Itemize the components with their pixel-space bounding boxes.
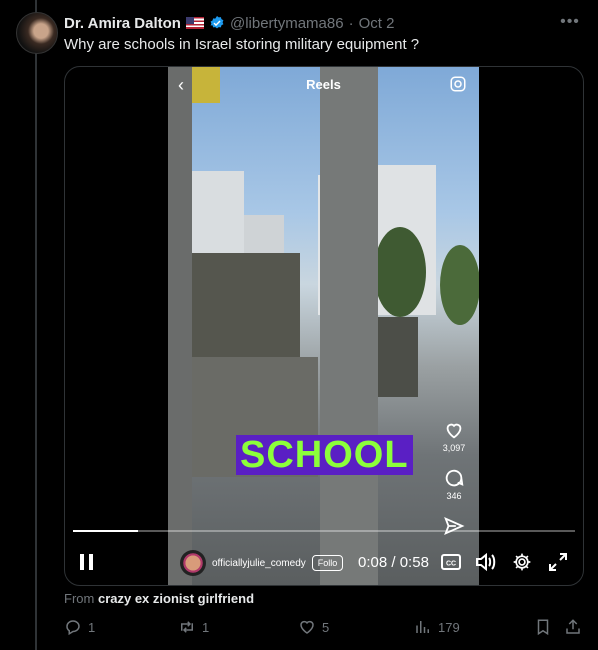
us-flag-icon [185, 17, 204, 29]
reply-count: 1 [88, 619, 96, 635]
video-frame[interactable]: ‹ Reels SCHOOL 3,097 346 officiallyjulie… [168, 67, 479, 585]
verified-badge-icon [210, 16, 224, 29]
time-separator: / [387, 553, 400, 571]
volume-icon[interactable] [475, 550, 497, 574]
comment-icon[interactable] [443, 467, 465, 489]
bookmark-button[interactable] [534, 618, 552, 636]
reply-icon [66, 620, 80, 636]
reel-actions: 3,097 346 [439, 419, 469, 537]
military-vehicle [190, 253, 300, 363]
send-icon[interactable] [443, 515, 465, 537]
reel-creator: officiallyjulie_comedy Follo [180, 550, 344, 576]
creator-name[interactable]: officiallyjulie_comedy [212, 558, 306, 569]
progress-fill [73, 530, 139, 532]
repost-count: 1 [202, 619, 210, 635]
pause-icon[interactable] [79, 550, 95, 574]
tree [440, 245, 479, 325]
views-button[interactable]: 179 [414, 618, 460, 636]
source-attribution: From crazy ex zionist girlfriend [64, 591, 254, 606]
video-caption: SCHOOL [236, 435, 413, 475]
author-handle[interactable]: @libertymama86 [230, 15, 344, 32]
share-icon [566, 619, 580, 634]
author-name[interactable]: Dr. Amira Dalton [64, 15, 181, 32]
reply-button[interactable]: 1 [64, 618, 95, 636]
share-button[interactable] [564, 618, 582, 636]
thread-line [35, 0, 37, 650]
like-count: 5 [322, 619, 330, 635]
creator-avatar[interactable] [180, 550, 206, 576]
time-total: 0:58 [399, 553, 429, 571]
repost-icon [181, 621, 193, 633]
tweet-text: Why are schools in Israel storing milita… [64, 36, 420, 53]
source-prefix: From [64, 591, 95, 606]
camera-icon[interactable] [449, 75, 467, 93]
tree [374, 227, 426, 317]
pillar [168, 67, 192, 585]
svg-text:CC: CC [446, 561, 456, 568]
video-player[interactable]: ‹ Reels SCHOOL 3,097 346 officiallyjulie… [64, 66, 584, 586]
separator-dot: · [348, 14, 354, 32]
more-icon[interactable]: ••• [560, 12, 580, 32]
reels-title: Reels [306, 77, 341, 92]
follow-button[interactable]: Follo [311, 555, 344, 571]
time-current: 0:08 [358, 553, 388, 571]
views-count: 179 [438, 619, 460, 635]
heart-icon[interactable] [443, 419, 465, 441]
views-icon [416, 621, 429, 633]
repost-button[interactable]: 1 [178, 618, 209, 636]
like-button[interactable]: 5 [298, 618, 329, 636]
bookmark-icon [537, 619, 549, 636]
avatar[interactable] [16, 12, 58, 54]
closed-captions-icon[interactable]: CC [441, 550, 461, 574]
tweet-header: Dr. Amira Dalton @libertymama86 · Oct 2 [64, 13, 394, 33]
reel-comment-count: 346 [446, 491, 462, 501]
reel-like-count: 3,097 [442, 443, 466, 453]
gear-icon[interactable] [511, 550, 533, 574]
pillar [320, 67, 378, 585]
progress-bar[interactable] [73, 530, 575, 532]
video-time: 0:08 / 0:58 [358, 550, 429, 574]
source-name[interactable]: crazy ex zionist girlfriend [98, 591, 254, 606]
fullscreen-icon[interactable] [547, 550, 569, 574]
tweet-actions: 1 1 5 179 [64, 618, 582, 640]
like-icon [300, 620, 314, 634]
tweet-date[interactable]: Oct 2 [359, 15, 395, 32]
